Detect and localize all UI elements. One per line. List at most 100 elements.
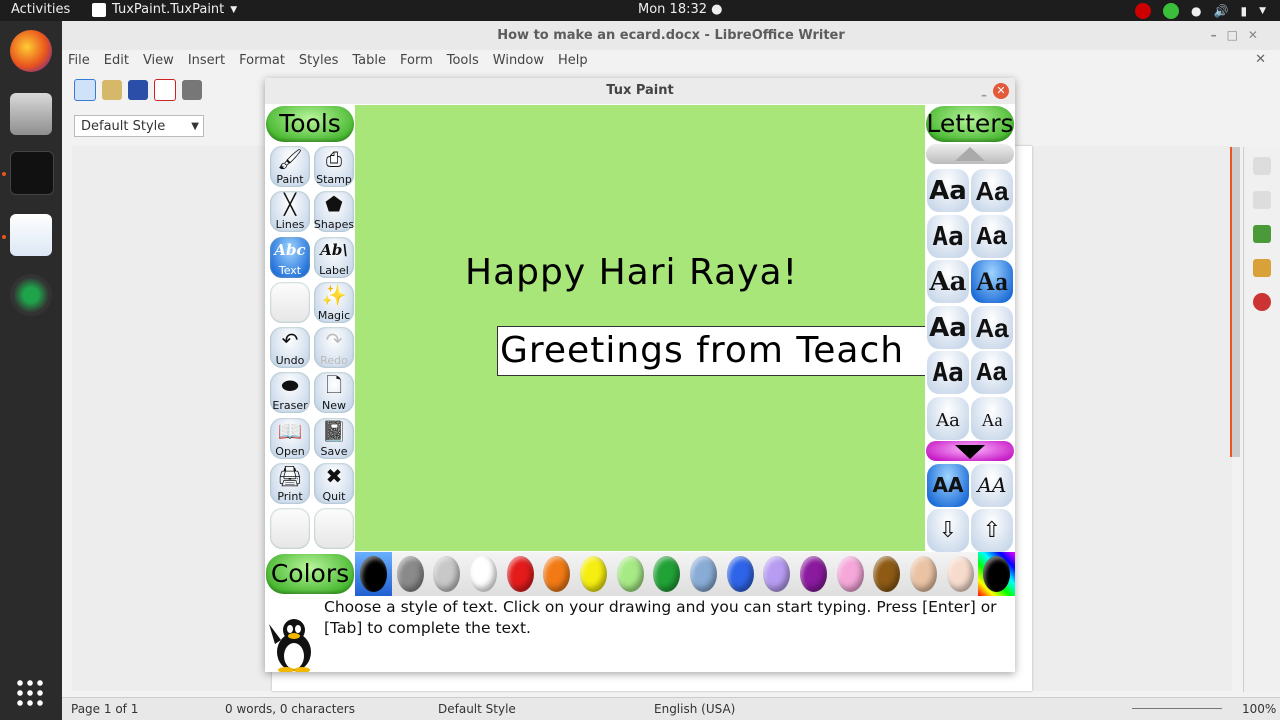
menu-table[interactable]: Table <box>346 50 394 72</box>
navigator-icon[interactable] <box>1253 293 1271 311</box>
drawing-canvas[interactable]: Happy Hari Raya! Greetings from Teach <box>355 105 925 551</box>
gallery-icon[interactable] <box>1253 259 1271 277</box>
text-entry-box[interactable]: Greetings from Teach <box>497 326 925 376</box>
scroll-down-button[interactable] <box>926 441 1014 461</box>
show-apps-icon[interactable] <box>15 678 45 708</box>
status-page-style[interactable]: Default Style <box>438 702 516 716</box>
italic-toggle-button[interactable]: AA <box>970 463 1014 508</box>
bold-toggle-button[interactable]: AA <box>926 463 970 508</box>
tool-redo-button[interactable]: ↷ Redo <box>312 325 356 370</box>
tool-undo-button[interactable]: ↶ Undo <box>268 325 312 370</box>
app-menu[interactable]: TuxPaint.TuxPaint ▼ <box>92 2 237 17</box>
window-controls[interactable]: –□✕ <box>1211 21 1268 50</box>
menu-styles[interactable]: Styles <box>293 50 346 72</box>
status-page[interactable]: Page 1 of 1 <box>71 702 138 716</box>
color-swatch[interactable] <box>611 552 649 596</box>
font-option-4[interactable]: Aa <box>926 259 970 304</box>
font-option-9[interactable]: Aa <box>970 350 1014 395</box>
camera-app-icon[interactable] <box>10 274 52 316</box>
font-option-3[interactable]: Aa <box>970 214 1014 259</box>
menu-file[interactable]: File <box>62 50 98 72</box>
font-option-1[interactable]: Aa <box>970 168 1014 213</box>
color-swatch[interactable] <box>758 552 796 596</box>
print-icon[interactable] <box>182 80 202 100</box>
color-swatch[interactable] <box>391 552 429 596</box>
color-swatch[interactable] <box>501 552 539 596</box>
new-document-icon[interactable] <box>74 79 96 101</box>
menu-insert[interactable]: Insert <box>182 50 233 72</box>
page-icon[interactable] <box>1253 191 1271 209</box>
color-swatch[interactable] <box>868 552 906 596</box>
activities-button[interactable]: Activities <box>11 2 70 17</box>
zoom-level[interactable]: 100% <box>1242 702 1276 716</box>
status-word-count[interactable]: 0 words, 0 characters <box>225 702 355 716</box>
color-swatch[interactable] <box>831 552 869 596</box>
properties-icon[interactable] <box>1253 157 1271 175</box>
font-option-7[interactable]: Aa <box>970 305 1014 350</box>
record-icon[interactable] <box>1135 2 1152 19</box>
color-swatch[interactable] <box>721 552 759 596</box>
tool-label-button[interactable]: Ab\ Label <box>312 235 356 280</box>
tool-paint-button[interactable]: 🖌 Paint <box>268 144 312 189</box>
font-option-6[interactable]: Aa <box>926 305 970 350</box>
tool-magic-button[interactable]: ✨ Magic <box>312 280 356 325</box>
color-swatch[interactable] <box>648 552 686 596</box>
minimize-icon[interactable]: – <box>981 82 987 108</box>
color-swatch[interactable] <box>575 552 612 596</box>
tool-save-button[interactable]: 📓 Save <box>312 416 356 461</box>
system-tray[interactable]: ● 🔊 ▮ ▼ <box>1135 0 1266 21</box>
scroll-up-button[interactable] <box>926 144 1014 164</box>
color-swatch[interactable] <box>905 552 942 596</box>
styles-icon[interactable] <box>1253 225 1271 243</box>
menu-form[interactable]: Form <box>394 50 441 72</box>
tool-new-button[interactable]: 🗋 New <box>312 370 356 415</box>
firefox-icon[interactable] <box>10 30 52 72</box>
color-swatch[interactable] <box>685 552 722 596</box>
font-option-8[interactable]: Aa <box>926 350 970 395</box>
color-swatch[interactable] <box>795 552 832 596</box>
tuxpaint-dock-icon[interactable] <box>10 151 54 195</box>
vertical-scrollbar[interactable] <box>1230 147 1240 457</box>
font-option-11[interactable]: Aa <box>970 396 1014 441</box>
tool-quit-button[interactable]: ✖ Quit <box>312 461 356 506</box>
close-document-icon[interactable]: ✕ <box>1255 52 1266 67</box>
menu-format[interactable]: Format <box>233 50 293 72</box>
close-icon[interactable]: ✕ <box>993 83 1009 99</box>
writer-icon[interactable] <box>10 214 52 256</box>
zoom-slider[interactable] <box>1122 698 1232 719</box>
tool-eraser-button[interactable]: ⬬ Eraser <box>268 370 312 415</box>
tool-shapes-button[interactable]: ⬟ Shapes <box>312 189 356 234</box>
color-swatch[interactable] <box>941 552 979 596</box>
menu-edit[interactable]: Edit <box>98 50 137 72</box>
font-option-5[interactable]: Aa <box>970 259 1014 304</box>
update-check-icon[interactable] <box>1163 2 1180 19</box>
files-icon[interactable] <box>10 93 52 135</box>
shrink-text-button[interactable]: ⇩ <box>926 508 970 553</box>
tool-button-bg <box>270 508 310 550</box>
tool-stamp-button[interactable]: ⎙ Stamp <box>312 144 356 189</box>
color-swatch[interactable] <box>428 552 466 596</box>
font-sample: Aa <box>976 358 1008 388</box>
status-language[interactable]: English (USA) <box>654 702 735 716</box>
save-icon[interactable] <box>128 80 148 100</box>
menu-window[interactable]: Window <box>487 50 552 72</box>
tool-lines-button[interactable]: ╳ Lines <box>268 189 312 234</box>
font-option-10[interactable]: Aa <box>926 396 970 441</box>
tool-print-button[interactable]: 🖨 Print <box>268 461 312 506</box>
color-swatch[interactable] <box>465 552 502 596</box>
color-picker-rainbow[interactable] <box>978 552 1016 596</box>
paragraph-style-select[interactable]: Default Style ▼ <box>74 115 204 137</box>
menu-help[interactable]: Help <box>552 50 596 72</box>
menu-tools[interactable]: Tools <box>441 50 487 72</box>
export-pdf-icon[interactable] <box>154 79 176 101</box>
font-option-0[interactable]: Aa <box>926 168 970 213</box>
open-folder-icon[interactable] <box>102 80 122 100</box>
clock[interactable]: Mon 18:32 ● <box>638 2 722 17</box>
font-option-2[interactable]: Aa <box>926 214 970 259</box>
menu-view[interactable]: View <box>137 50 182 72</box>
color-swatch[interactable] <box>538 552 576 596</box>
tool-text-button[interactable]: Abc Text <box>268 235 312 280</box>
tool-open-button[interactable]: 📖 Open <box>268 416 312 461</box>
grow-text-button[interactable]: ⇧ <box>970 508 1014 553</box>
color-swatch[interactable] <box>355 552 392 596</box>
